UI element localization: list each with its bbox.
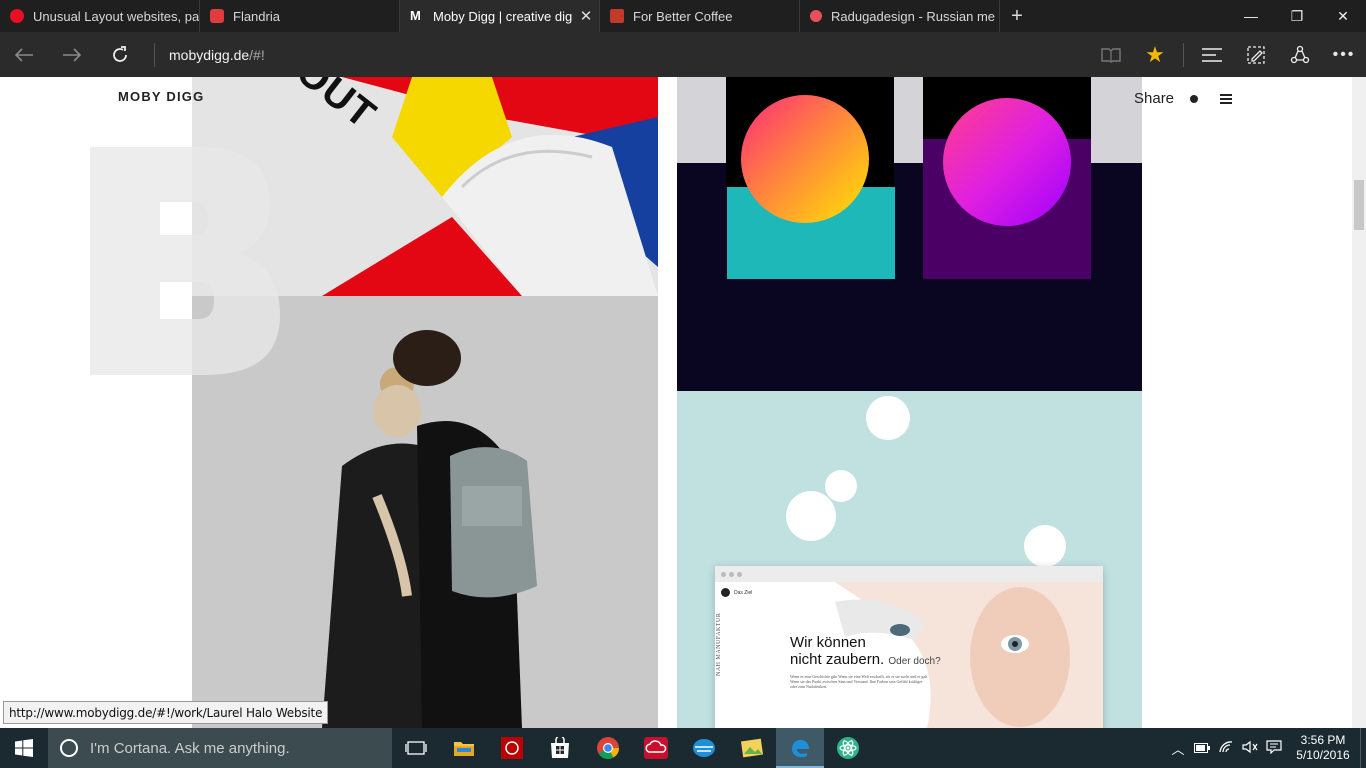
start-button[interactable] (0, 728, 48, 768)
project-tile-spheres[interactable] (677, 77, 1142, 391)
tab-title: For Better Coffee (633, 8, 733, 24)
favicon-icon (10, 9, 24, 23)
tab-bar: Unusual Layout websites, pa Flandria M M… (0, 0, 1366, 32)
dot-icon (1190, 94, 1199, 103)
hub-lines-icon (1202, 47, 1222, 62)
task-view-icon[interactable] (392, 728, 440, 768)
arrow-right-icon (63, 47, 82, 62)
mockup-body-text: Wenn es eine Geschichte gibt Wenn sie ei… (790, 674, 928, 689)
system-tray: ︿ 3:56 PM 5/10/2016 (1166, 728, 1366, 768)
photos-icon[interactable] (728, 728, 776, 768)
creative-cloud-icon[interactable] (632, 728, 680, 768)
minimize-button[interactable]: — (1228, 0, 1274, 32)
favicon-icon (810, 10, 822, 22)
toolbar-divider (1183, 42, 1184, 67)
chevron-up-icon[interactable]: ︿ (1166, 739, 1190, 758)
big-letter-b (90, 147, 280, 375)
chrome-icon[interactable] (584, 728, 632, 768)
status-bar-url: http://www.mobydigg.de/#!/work/Laurel Ha… (3, 701, 329, 724)
tab-better-coffee[interactable]: For Better Coffee (600, 0, 800, 32)
scrollbar-thumb[interactable] (1354, 180, 1364, 230)
cortana-search-box[interactable]: I'm Cortana. Ask me anything. (48, 728, 392, 768)
speaker-muted-icon[interactable] (1238, 740, 1262, 757)
pen-note-icon (1247, 45, 1265, 64)
book-icon (1101, 47, 1121, 63)
mockup-headline-small: Oder doch? (888, 656, 941, 667)
url-host: mobydigg.de (169, 46, 250, 63)
mockup-headline: Wir können nicht zaubern. Oder doch? (790, 634, 941, 670)
notifications-icon[interactable] (1262, 739, 1286, 757)
tab-unusual-layout[interactable]: Unusual Layout websites, pa (0, 0, 200, 32)
close-window-button[interactable]: ✕ (1320, 0, 1366, 32)
mockup-nav-label: Das Ziel (734, 589, 753, 596)
mockup-headline-line1: Wir können (790, 634, 866, 651)
clock-time: 3:56 PM (1300, 733, 1346, 747)
show-desktop-button[interactable] (1360, 728, 1366, 768)
battery-icon[interactable] (1190, 741, 1214, 756)
more-menu-button[interactable]: ••• (1322, 32, 1366, 77)
hamburger-menu-icon[interactable] (1220, 92, 1233, 106)
hub-button[interactable] (1190, 32, 1234, 77)
app-red-icon[interactable] (488, 728, 536, 768)
cortana-placeholder: I'm Cortana. Ask me anything. (90, 739, 290, 757)
arrow-left-icon (14, 47, 33, 62)
favorite-star-icon[interactable]: ★ (1133, 32, 1177, 77)
web-page: MOBY DIGG Share OUT Das Ziel NAH MANUFAK… (0, 77, 1352, 728)
share-button[interactable] (1278, 32, 1322, 77)
cortana-icon (60, 739, 78, 757)
navigation-bar: mobydigg.de/#! ★ ••• (0, 32, 1366, 77)
tab-moby-digg[interactable]: M Moby Digg | creative dig ✕ (400, 0, 600, 32)
refresh-icon (113, 45, 127, 62)
restore-button[interactable]: ❐ (1274, 0, 1320, 32)
window-controls: — ❐ ✕ (1228, 0, 1366, 32)
reading-view-button[interactable] (1089, 32, 1133, 77)
favicon-icon (610, 9, 624, 23)
mockup-menu-icon (721, 588, 730, 597)
mockup-nav: Das Ziel (721, 588, 752, 597)
web-note-button[interactable] (1234, 32, 1278, 77)
clock-date: 5/10/2016 (1296, 748, 1350, 762)
tab-flandria[interactable]: Flandria (200, 0, 400, 32)
clock[interactable]: 3:56 PM 5/10/2016 (1286, 733, 1360, 763)
store-icon[interactable] (536, 728, 584, 768)
forward-button[interactable] (48, 32, 96, 77)
website-mockup: Das Ziel NAH MANUFAKTUR Wir können nicht… (715, 566, 1103, 728)
app-blue-icon[interactable] (680, 728, 728, 768)
share-menu: Share (1134, 90, 1233, 107)
toolbar-right: ★ ••• (1089, 32, 1366, 77)
tab-title: Moby Digg | creative dig (433, 8, 573, 24)
favicon-icon (210, 9, 224, 23)
bubble-shape (825, 470, 857, 502)
page-scrollbar[interactable] (1352, 77, 1366, 728)
mockup-window-chrome (715, 566, 1103, 582)
favicon-icon: M (410, 8, 421, 23)
wifi-icon[interactable] (1214, 740, 1238, 757)
share-icon (1290, 45, 1310, 63)
bubble-shape (866, 396, 910, 440)
mockup-side-text: NAH MANUFAKTUR (716, 612, 722, 676)
address-bar[interactable]: mobydigg.de/#! (154, 42, 1054, 67)
close-tab-icon[interactable]: ✕ (573, 7, 599, 25)
bubble-shape (786, 491, 836, 541)
spheres-artwork (677, 77, 1142, 391)
share-link[interactable]: Share (1134, 90, 1174, 107)
tab-title: Radugadesign - Russian me (831, 8, 996, 24)
new-tab-button[interactable]: + (1000, 0, 1034, 32)
url-path: /#! (249, 46, 265, 63)
back-button[interactable] (0, 32, 48, 77)
site-logo[interactable]: MOBY DIGG (118, 89, 204, 104)
mockup-headline-line2: nicht zaubern. (790, 651, 885, 668)
tab-title: Unusual Layout websites, pa (33, 8, 199, 24)
bubble-shape (1024, 525, 1066, 567)
file-explorer-icon[interactable] (440, 728, 488, 768)
edge-icon[interactable] (776, 728, 824, 768)
taskbar: I'm Cortana. Ask me anything. ︿ 3:56 PM … (0, 728, 1366, 768)
refresh-button[interactable] (96, 32, 144, 77)
tab-title: Flandria (233, 8, 280, 24)
windows-logo-icon (15, 739, 33, 757)
tab-radugadesign[interactable]: Radugadesign - Russian me (800, 0, 1000, 32)
atom-icon[interactable] (824, 728, 872, 768)
